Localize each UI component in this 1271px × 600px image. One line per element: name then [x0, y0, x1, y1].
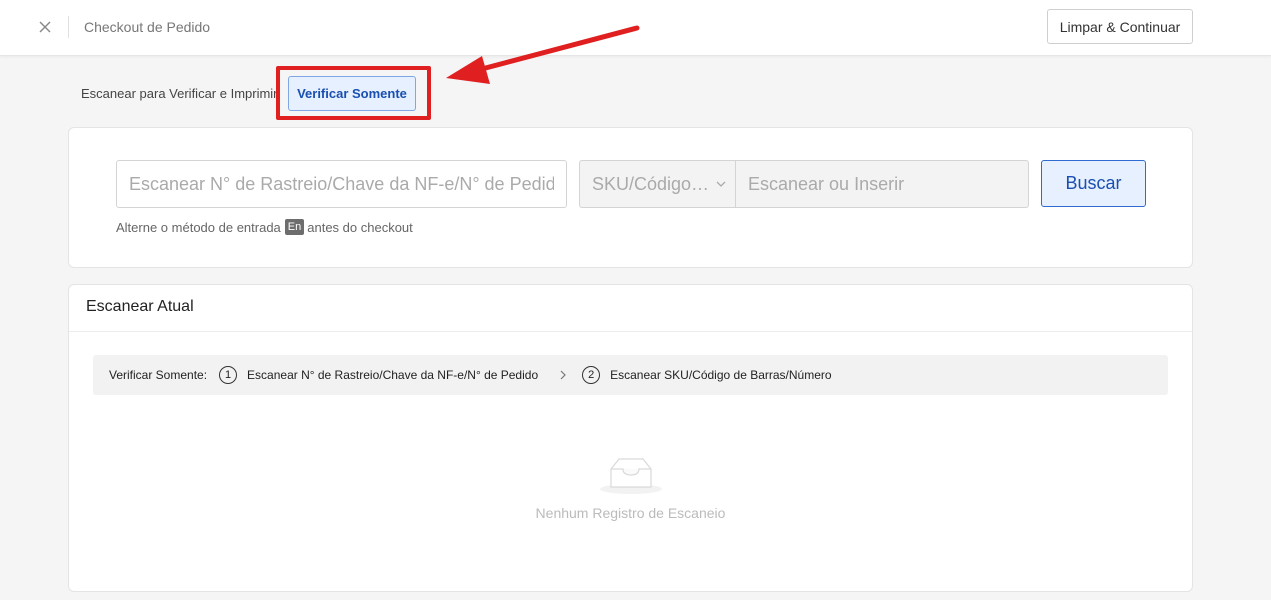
mode-option-scan-verify-print[interactable]: Escanear para Verificar e Imprimir [81, 86, 278, 101]
search-card: SKU/Código… Buscar Alterne o método de e… [68, 127, 1193, 268]
sku-select-value: SKU/Código… [592, 173, 710, 194]
input-method-key-badge: En [284, 219, 305, 235]
step-number-2: 2 [582, 366, 601, 384]
page-title: Checkout de Pedido [84, 19, 211, 35]
sku-input[interactable] [735, 160, 1029, 208]
step-number-1: 1 [219, 366, 238, 384]
step-label-1: Escanear N° de Rastreio/Chave da NF-e/N°… [247, 368, 539, 382]
hint-text-after: antes do checkout [307, 219, 413, 235]
input-method-hint: Alterne o método de entrada En antes do … [116, 219, 413, 235]
header-divider [68, 16, 69, 38]
step-label-2: Escanear SKU/Código de Barras/Número [610, 368, 832, 382]
empty-state-text: Nenhum Registro de Escaneio [535, 505, 726, 521]
close-icon [39, 21, 51, 33]
empty-state: Nenhum Registro de Escaneio [69, 453, 1192, 521]
current-scan-card: Escanear Atual Verificar Somente: 1 Esca… [68, 284, 1193, 592]
chevron-right-icon [558, 369, 568, 381]
chevron-down-icon [716, 181, 726, 187]
steps-label: Verificar Somente: [109, 368, 208, 382]
section-title: Escanear Atual [86, 298, 194, 315]
clear-and-continue-button[interactable]: Limpar & Continuar [1047, 9, 1193, 44]
inbox-icon [599, 458, 662, 494]
steps-bar: Verificar Somente: 1 Escanear N° de Rast… [93, 355, 1168, 395]
hint-text-before: Alterne o método de entrada [116, 219, 281, 235]
search-button[interactable]: Buscar [1041, 160, 1146, 207]
sku-type-select[interactable]: SKU/Código… [579, 160, 735, 208]
close-button[interactable] [34, 16, 56, 38]
top-bar: Checkout de Pedido Limpar & Continuar [0, 0, 1271, 56]
section-divider [69, 331, 1192, 332]
tracking-number-input[interactable] [116, 160, 567, 208]
verify-only-button[interactable]: Verificar Somente [288, 76, 416, 111]
